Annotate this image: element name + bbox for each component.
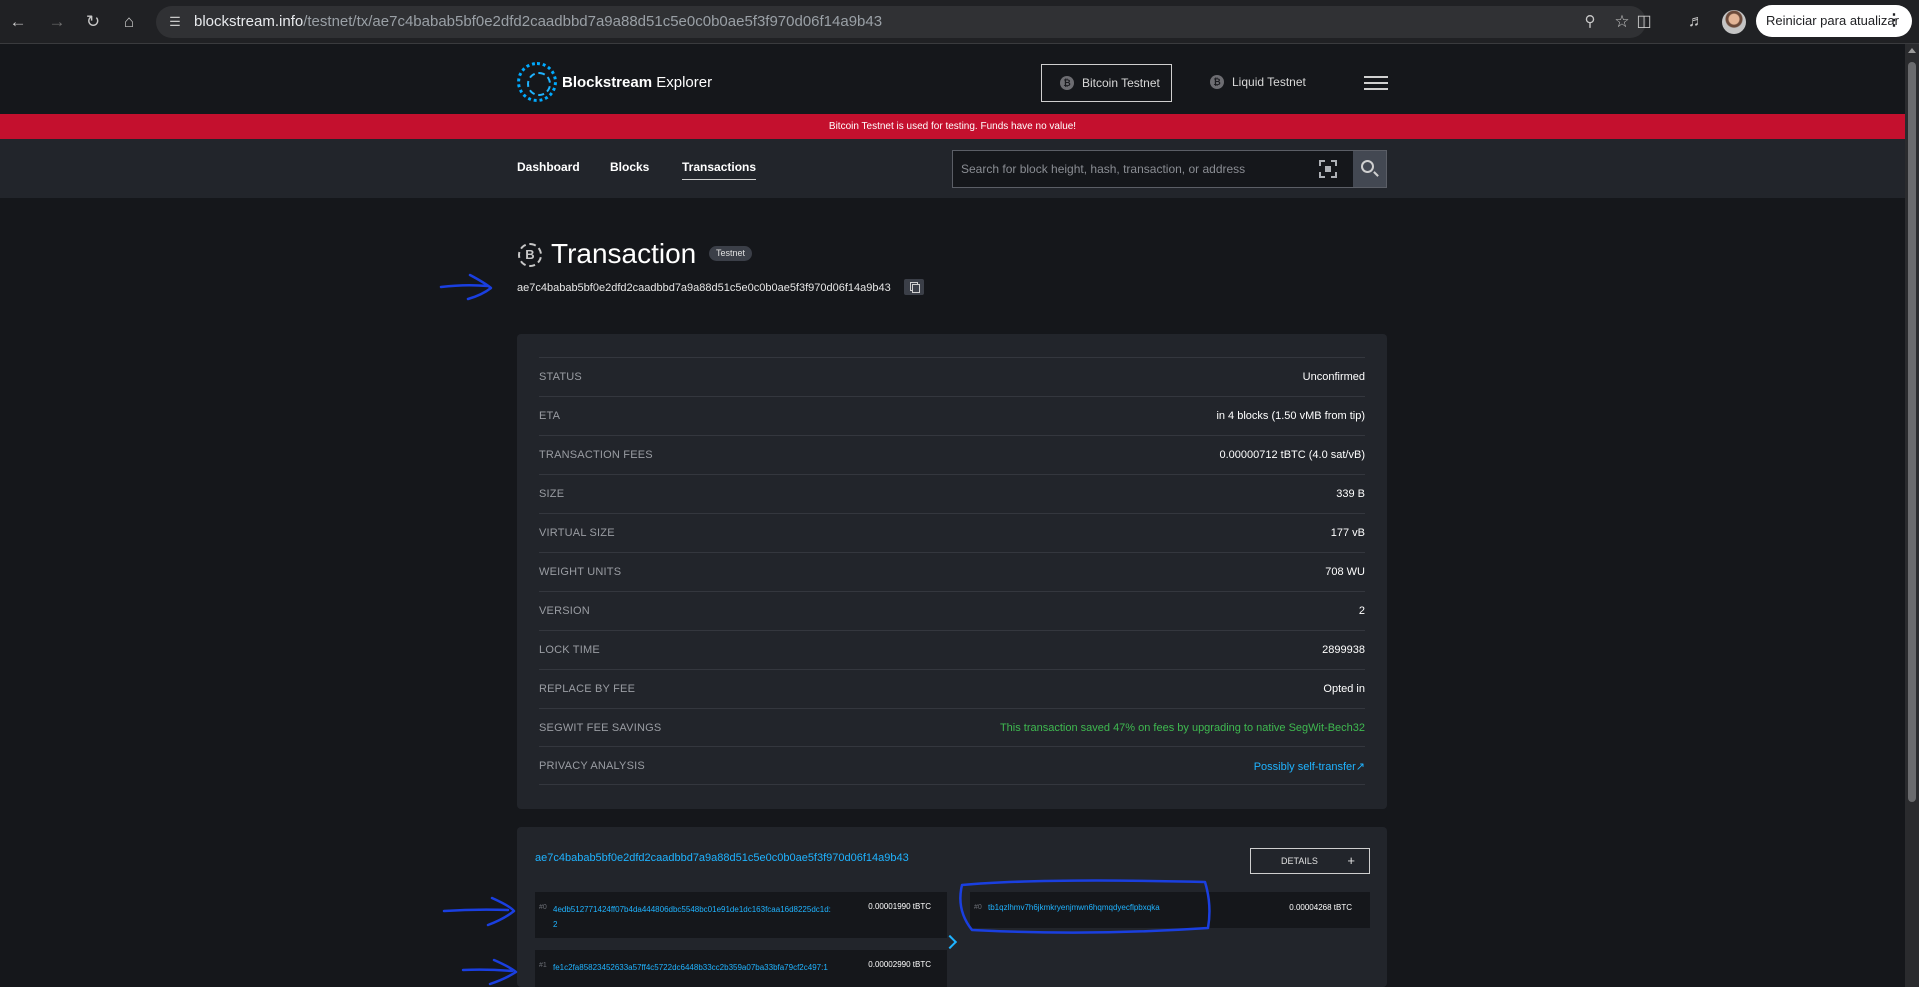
annotation-arrow-txid [439, 273, 493, 301]
annotation-arrow-input-1 [442, 896, 516, 927]
annotation-circle-output [959, 879, 1211, 934]
page: ← → ↻ ⌂ ☰ blockstream.info/testnet/tx/ae… [0, 0, 1919, 987]
annotation-arrow-input-2 [461, 958, 518, 986]
hand-drawn-annotations [439, 273, 1211, 986]
